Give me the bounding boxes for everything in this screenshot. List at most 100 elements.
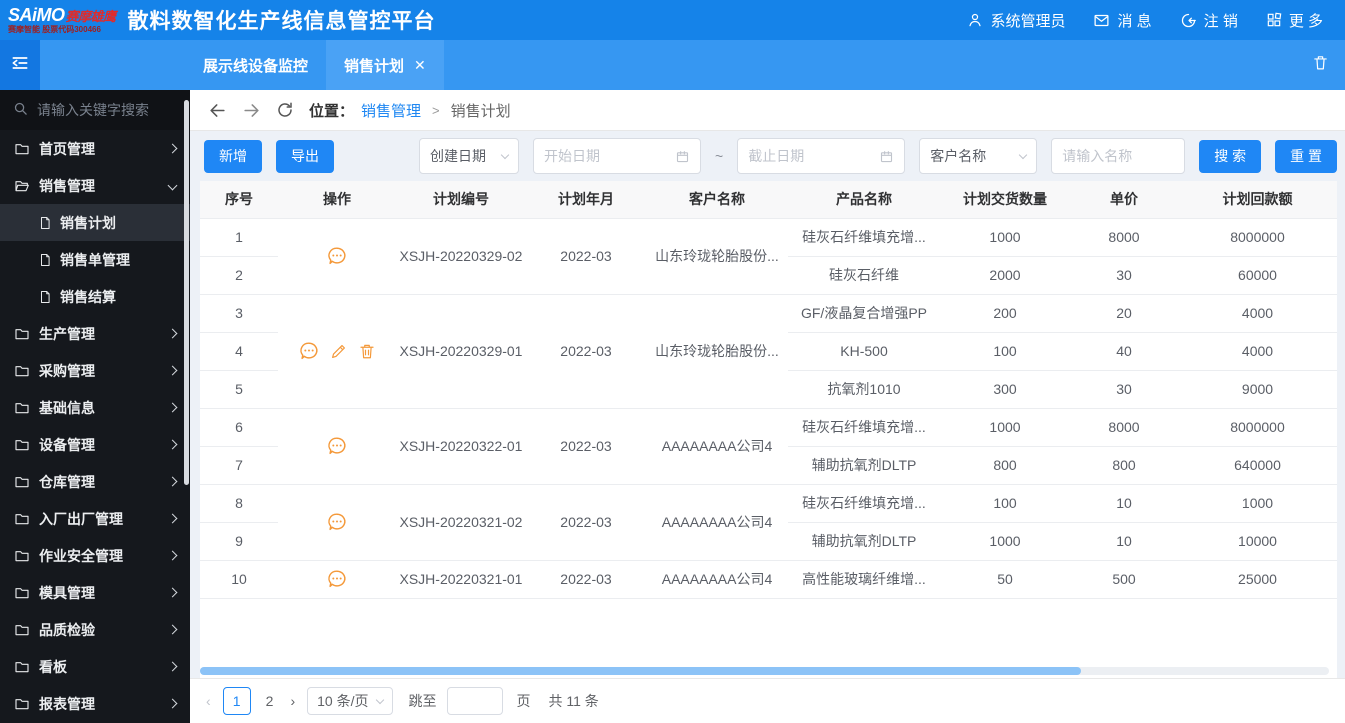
column-header-操作: 操作 [278,181,396,219]
comment-icon[interactable] [326,568,348,590]
sidebar-item-采购管理[interactable]: 采购管理 [0,352,190,389]
breadcrumb-parent-link[interactable]: 销售管理 [361,100,421,121]
sidebar-search-input[interactable]: 请输入关键字搜索 [0,90,190,130]
horizontal-scrollbar-thumb[interactable] [200,667,1081,675]
jump-label: 跳至 [408,693,437,709]
cell-plan-number: XSJH-20220329-02 [396,218,526,295]
sidebar-subitem-销售结算[interactable]: 销售结算 [0,278,190,315]
comment-icon[interactable] [326,245,348,267]
cell-planned-amount: 60000 [1178,256,1337,295]
back-button[interactable] [208,101,227,120]
name-search-input[interactable]: 请输入名称 [1051,138,1186,174]
comment-icon[interactable] [326,511,348,533]
folder-open-icon [14,178,30,194]
start-date-input[interactable]: 开始日期 [533,138,702,174]
sidebar-item-入厂出厂管理[interactable]: 入厂出厂管理 [0,500,190,537]
tab-close-icon[interactable]: ✕ [414,57,426,74]
chevron-right-icon [167,402,178,413]
delete-icon[interactable] [358,342,376,360]
sidebar-subitem-销售单管理[interactable]: 销售单管理 [0,241,190,278]
next-page-button[interactable]: › [288,693,297,709]
sidebar-item-基础信息[interactable]: 基础信息 [0,389,190,426]
sidebar-item-模具管理[interactable]: 模具管理 [0,574,190,611]
sidebar-item-生产管理[interactable]: 生产管理 [0,315,190,352]
date-type-select[interactable]: 创建日期 [419,138,520,174]
forward-button[interactable] [242,101,261,120]
cell-planned-amount: 8000000 [1178,218,1337,257]
jump-page-input[interactable] [446,687,503,715]
cell-unit-price: 40 [1070,332,1178,371]
sidebar-item-作业安全管理[interactable]: 作业安全管理 [0,537,190,574]
comment-icon[interactable] [298,340,320,362]
cell-planned-quantity: 50 [940,560,1070,599]
cell-unit-price: 30 [1070,256,1178,295]
prev-page-button[interactable]: ‹ [204,693,213,709]
header-action-grid[interactable]: 更 多 [1266,10,1323,31]
folder-icon [14,141,30,157]
company-logo: SAiMO赛摩雄鹰 赛摩智能 股票代码300466 [8,6,116,34]
search-button[interactable]: 搜 索 [1199,139,1262,173]
cell-product-name: 硅灰石纤维填充增... [788,218,940,257]
sidebar-item-label: 基础信息 [39,399,95,416]
cell-plan-month: 2022-03 [526,560,646,599]
reset-button[interactable]: 重 置 [1275,139,1337,173]
column-header-计划编号: 计划编号 [396,181,526,219]
cell-product-name: GF/液晶复合增强PP [788,294,940,333]
filter-field-select[interactable]: 客户名称 [919,138,1038,174]
tab-销售计划[interactable]: 销售计划 ✕ [326,40,444,90]
export-button[interactable]: 导出 [276,139,334,173]
folder-icon [14,511,30,527]
sidebar-item-报表管理[interactable]: 报表管理 [0,685,190,722]
end-date-input[interactable]: 截止日期 [737,138,906,174]
cell-row-number: 3 [200,294,278,333]
grid-icon [1266,12,1282,28]
cell-row-number: 1 [200,218,278,257]
cell-planned-amount: 25000 [1178,560,1337,599]
sidebar-item-设备管理[interactable]: 设备管理 [0,426,190,463]
end-date-placeholder: 截止日期 [748,148,805,164]
sidebar-collapse-button[interactable] [0,40,40,90]
edit-icon[interactable] [330,342,348,360]
cell-row-number: 2 [200,256,278,295]
header-action-logout[interactable]: 注 销 [1180,10,1238,31]
sidebar-item-仓库管理[interactable]: 仓库管理 [0,463,190,500]
cell-plan-number: XSJH-20220321-01 [396,560,526,599]
sidebar-item-品质检验[interactable]: 品质检验 [0,611,190,648]
cell-unit-price: 10 [1070,484,1178,523]
chevron-right-icon [167,143,178,154]
main-panel: 位置： 销售管理 > 销售计划 新增 导出 创建日期 开始日期 ~ 截止日期 客… [190,90,1345,723]
cell-row-number: 9 [200,522,278,561]
add-button[interactable]: 新增 [204,139,262,173]
header-action-user[interactable]: 系统管理员 [967,10,1065,31]
tab-展示线设备监控[interactable]: 展示线设备监控 [185,40,326,90]
sidebar-scrollbar[interactable] [184,100,189,485]
column-header-单价: 单价 [1070,181,1178,219]
menu-fold-icon [10,53,30,78]
cell-plan-month: 2022-03 [526,484,646,561]
header-action-label: 消 息 [1117,12,1152,30]
refresh-button[interactable] [276,101,294,119]
page-title: 散料数智化生产线信息管控平台 [127,10,436,33]
total-count-label: 共 11 条 [548,693,599,709]
cell-planned-quantity: 200 [940,294,1070,333]
cell-unit-price: 8000 [1070,408,1178,447]
folder-icon [14,659,30,675]
header-action-mail[interactable]: 消 息 [1093,10,1152,31]
comment-icon[interactable] [326,435,348,457]
sidebar-subitem-销售计划[interactable]: 销售计划 [0,204,190,241]
page-size-select[interactable]: 10 条/页 [307,687,393,715]
cell-row-number: 7 [200,446,278,485]
sidebar-item-label: 报表管理 [39,695,95,712]
sidebar-item-看板[interactable]: 看板 [0,648,190,685]
page-number-2[interactable]: 2 [261,693,279,709]
sidebar-subitem-label: 销售单管理 [60,251,130,268]
page-number-1[interactable]: 1 [222,687,251,715]
cell-unit-price: 8000 [1070,218,1178,257]
chevron-down-icon [167,180,178,191]
clear-tabs-button[interactable] [1312,54,1329,76]
folder-icon [14,548,30,564]
cell-unit-price: 10 [1070,522,1178,561]
chevron-right-icon [167,476,178,487]
sidebar-item-销售管理[interactable]: 销售管理 [0,167,190,204]
sidebar-item-首页管理[interactable]: 首页管理 [0,130,190,167]
